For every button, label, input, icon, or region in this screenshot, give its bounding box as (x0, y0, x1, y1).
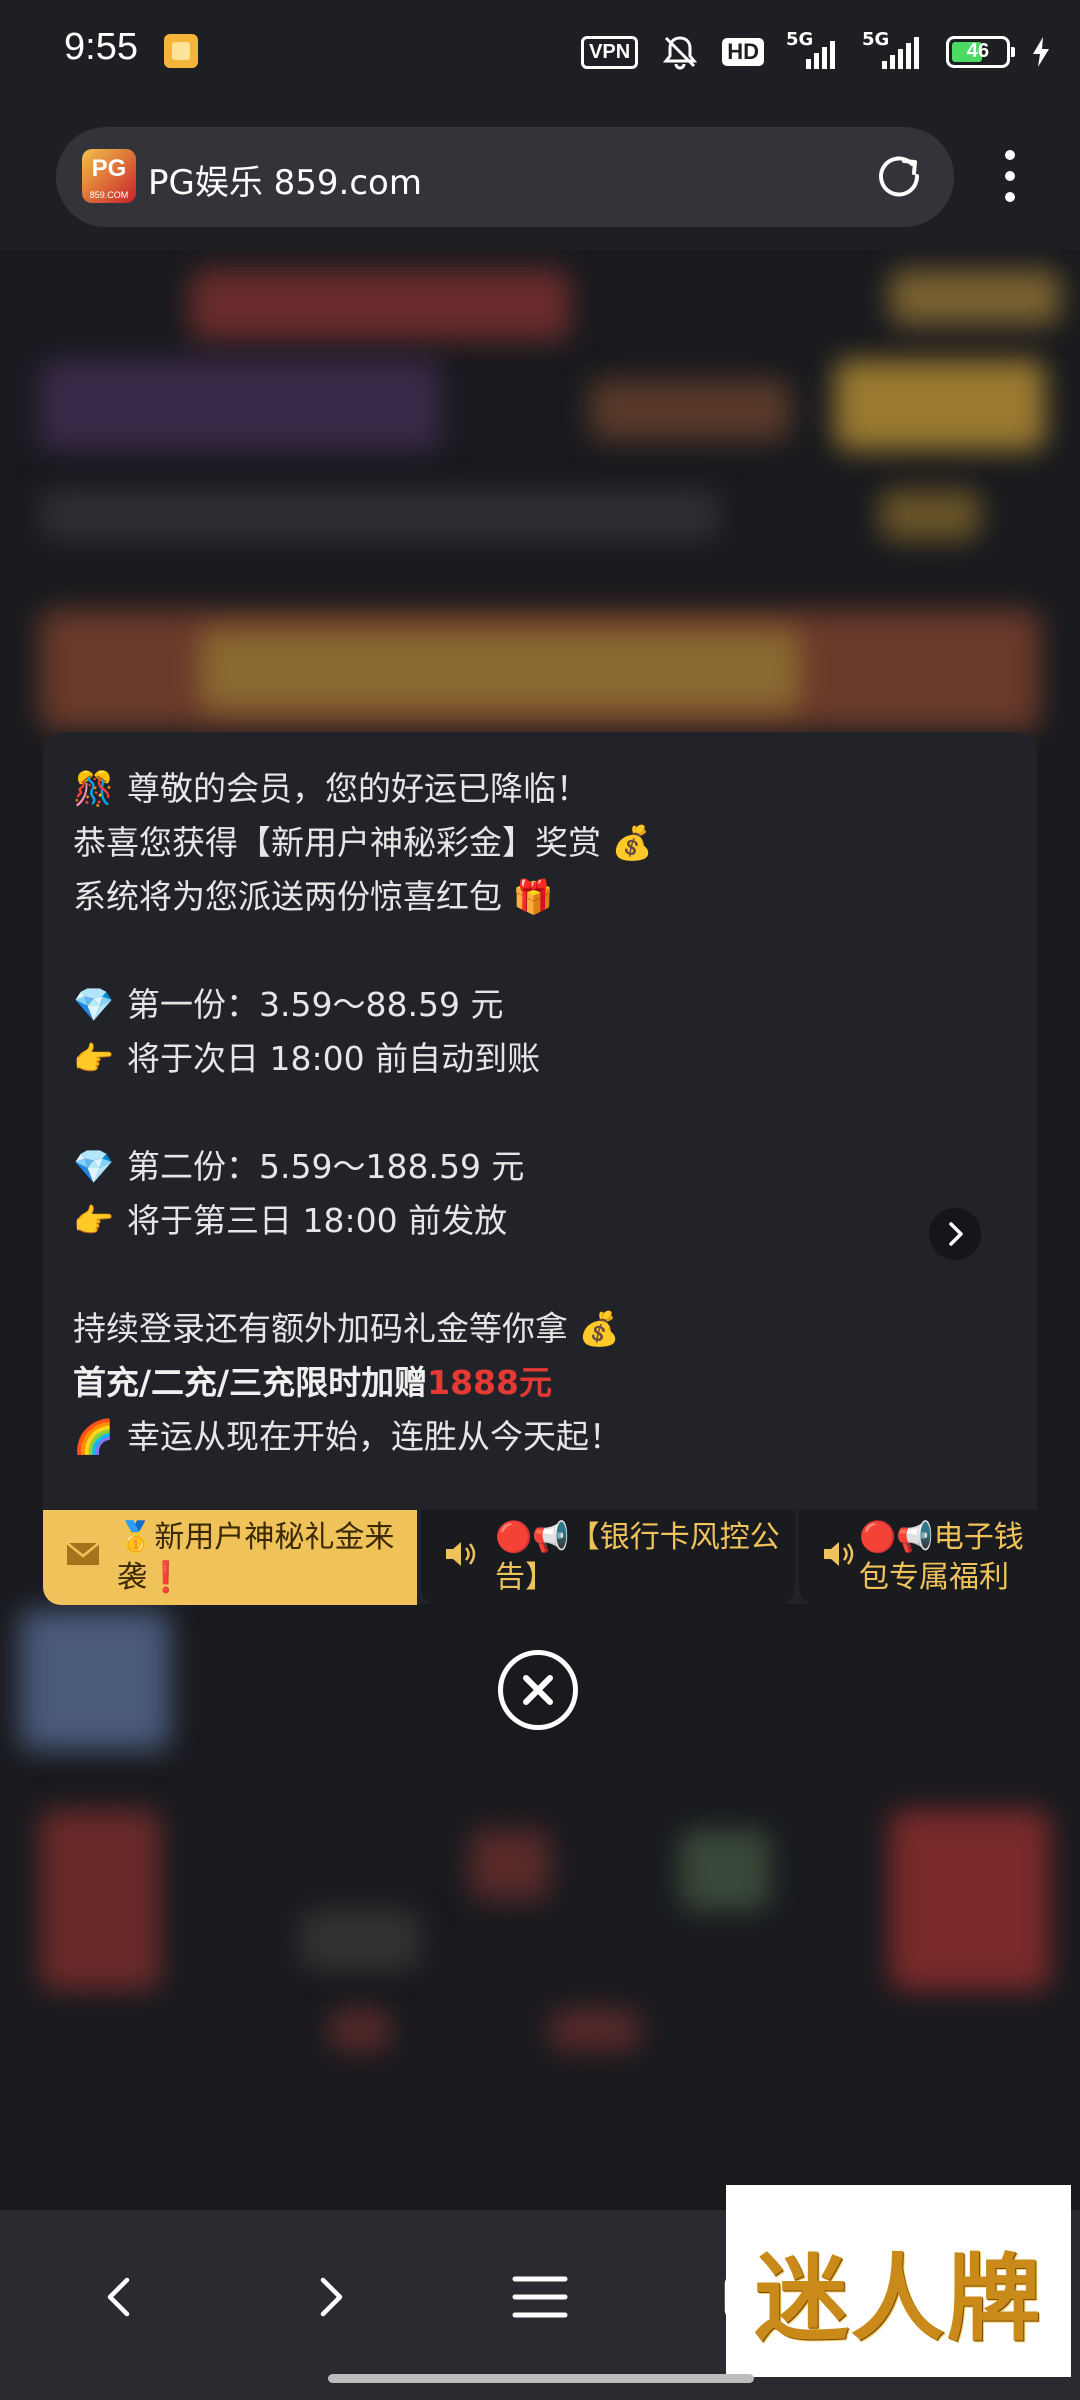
message-line: 持续登录还有额外加码礼金等你拿 💰 (73, 1309, 620, 1348)
message-line: 💎 第二份：5.59～188.59 元 (73, 1147, 525, 1186)
speaker-icon (824, 1542, 854, 1566)
close-icon (523, 1675, 553, 1705)
tab-bank-card-notice[interactable]: 🔴📢【银行卡风控公告】 (421, 1510, 795, 1605)
mute-icon (663, 36, 698, 70)
signal-icon-2: 5G (862, 29, 924, 69)
announcement-tabs: 🥇新用户神秘礼金来袭❗ 🔴📢【银行卡风控公告】 🔴📢电子钱包专属福利 (43, 1510, 1037, 1605)
message-line: 👉 将于第三日 18:00 前发放 (73, 1201, 508, 1240)
message-line: 👉 将于次日 18:00 前自动到账 (73, 1039, 541, 1078)
battery-icon: 46 (946, 36, 1015, 68)
bonus-amount: 1888元 (427, 1363, 552, 1402)
vpn-icon: VPN (581, 35, 639, 69)
status-bar: 9:55 VPN HD 5G 5G 46 (0, 0, 1080, 105)
back-icon[interactable] (85, 2262, 155, 2332)
home-indicator[interactable] (328, 2374, 754, 2383)
status-icons: VPN HD 5G 5G 46 (581, 29, 1050, 74)
tab-new-user-bonus[interactable]: 🥇新用户神秘礼金来袭❗ (43, 1510, 417, 1605)
reload-icon[interactable] (872, 149, 926, 203)
url-text[interactable]: PG娱乐 859.com (148, 155, 422, 204)
popup-message: 🎊 尊敬的会员，您的好运已降临！ 恭喜您获得【新用户神秘彩金】奖赏 💰 系统将为您… (73, 762, 973, 1464)
watermark-stamp: 迷人牌 (726, 2185, 1071, 2377)
speaker-icon (446, 1542, 476, 1566)
status-time: 9:55 (64, 26, 138, 68)
hd-voice-icon: HD (722, 38, 764, 66)
close-popup-button[interactable] (498, 1650, 578, 1730)
menu-icon[interactable] (505, 2262, 575, 2332)
browser-toolbar: PG 859.COM PG娱乐 859.com (0, 105, 1080, 250)
forward-icon[interactable] (295, 2262, 365, 2332)
message-line: 系统将为您派送两份惊喜红包 🎁 (73, 877, 554, 916)
charging-icon (1033, 37, 1049, 67)
tab-e-wallet-benefit[interactable]: 🔴📢电子钱包专属福利 (799, 1510, 1037, 1605)
promo-popup: 🎊 尊敬的会员，您的好运已降临！ 恭喜您获得【新用户神秘彩金】奖赏 💰 系统将为您… (43, 732, 1037, 1604)
notification-app-icon (164, 34, 198, 68)
message-line: 💎 第一份：3.59～88.59 元 (73, 985, 504, 1024)
message-line: 恭喜您获得【新用户神秘彩金】奖赏 💰 (73, 823, 653, 862)
envelope-icon (66, 1542, 100, 1565)
site-favicon: PG 859.COM (82, 149, 136, 203)
signal-icon-1: 5G (786, 29, 840, 69)
more-menu-icon[interactable] (990, 150, 1030, 210)
message-line: 🎊 尊敬的会员，您的好运已降临！ (73, 769, 589, 808)
message-line-bonus: 首充/二充/三充限时加赠1888元 (73, 1363, 552, 1402)
message-line: 🌈 幸运从现在开始，连胜从今天起！ (73, 1417, 622, 1456)
chevron-right-icon[interactable] (929, 1208, 981, 1260)
address-bar[interactable]: PG 859.COM PG娱乐 859.com (56, 127, 954, 227)
